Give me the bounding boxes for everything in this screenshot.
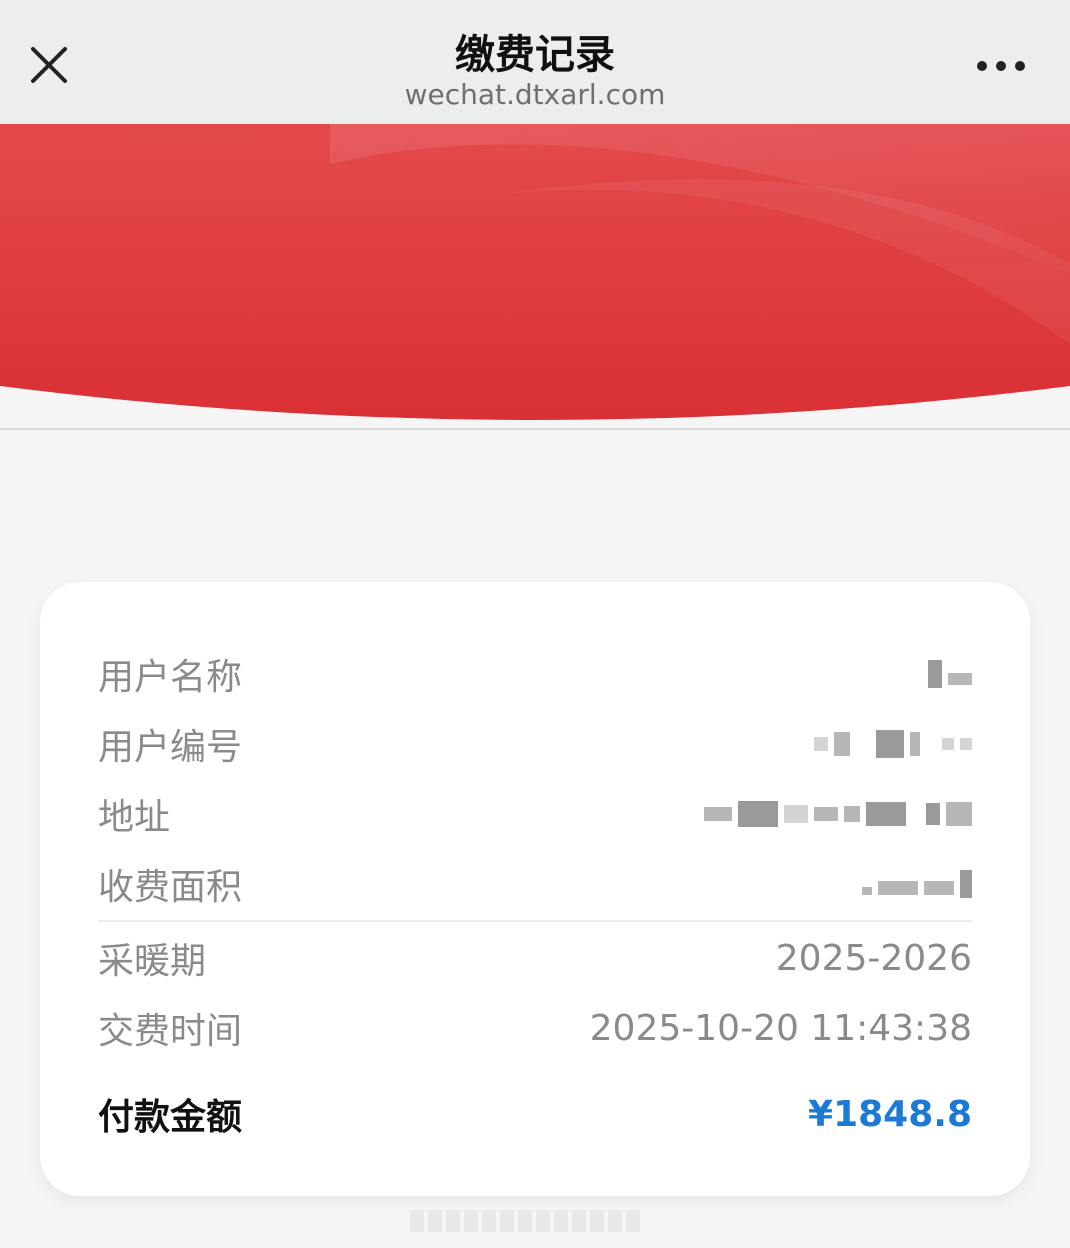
page-title: 缴费记录	[455, 32, 615, 78]
pay-time-row: 交费时间 2025-10-20 11:43:38	[98, 998, 972, 1058]
user-name-label: 用户名称	[98, 657, 243, 698]
nav-bar: 缴费记录 wechat.dtxarl.com	[0, 0, 1070, 124]
heating-period-row: 采暖期 2025-2026	[98, 928, 972, 988]
pay-time-label: 交费时间	[98, 1011, 243, 1052]
card-divider	[98, 920, 972, 922]
area-value-masked	[862, 864, 972, 904]
amount-value: ¥1848.8	[808, 1093, 972, 1135]
page-url: wechat.dtxarl.com	[404, 78, 666, 111]
user-name-row: 用户名称	[98, 644, 972, 704]
heating-period-label: 采暖期	[98, 941, 207, 982]
user-number-row: 用户编号	[98, 714, 972, 774]
area-label: 收费面积	[98, 867, 243, 908]
banner-divider	[0, 428, 1070, 430]
user-number-value-masked	[814, 724, 972, 764]
heating-period-value: 2025-2026	[775, 937, 972, 979]
payment-record-card: 用户名称 用户编号 地址 收费面积 采暖期 2025-2026 交费时间 202…	[40, 582, 1030, 1196]
more-dots-icon	[977, 61, 1025, 71]
bottom-obscured-text	[410, 1208, 670, 1234]
address-label: 地址	[98, 797, 171, 838]
more-button[interactable]	[972, 48, 1030, 84]
header-banner	[0, 124, 1070, 428]
address-row: 地址	[98, 784, 972, 844]
amount-label: 付款金额	[98, 1097, 243, 1138]
user-name-value-masked	[928, 654, 972, 694]
amount-row: 付款金额 ¥1848.8	[98, 1084, 972, 1144]
pay-time-value: 2025-10-20 11:43:38	[589, 1007, 972, 1049]
user-number-label: 用户编号	[98, 727, 243, 768]
address-value-masked	[704, 794, 972, 834]
area-row: 收费面积	[98, 854, 972, 914]
